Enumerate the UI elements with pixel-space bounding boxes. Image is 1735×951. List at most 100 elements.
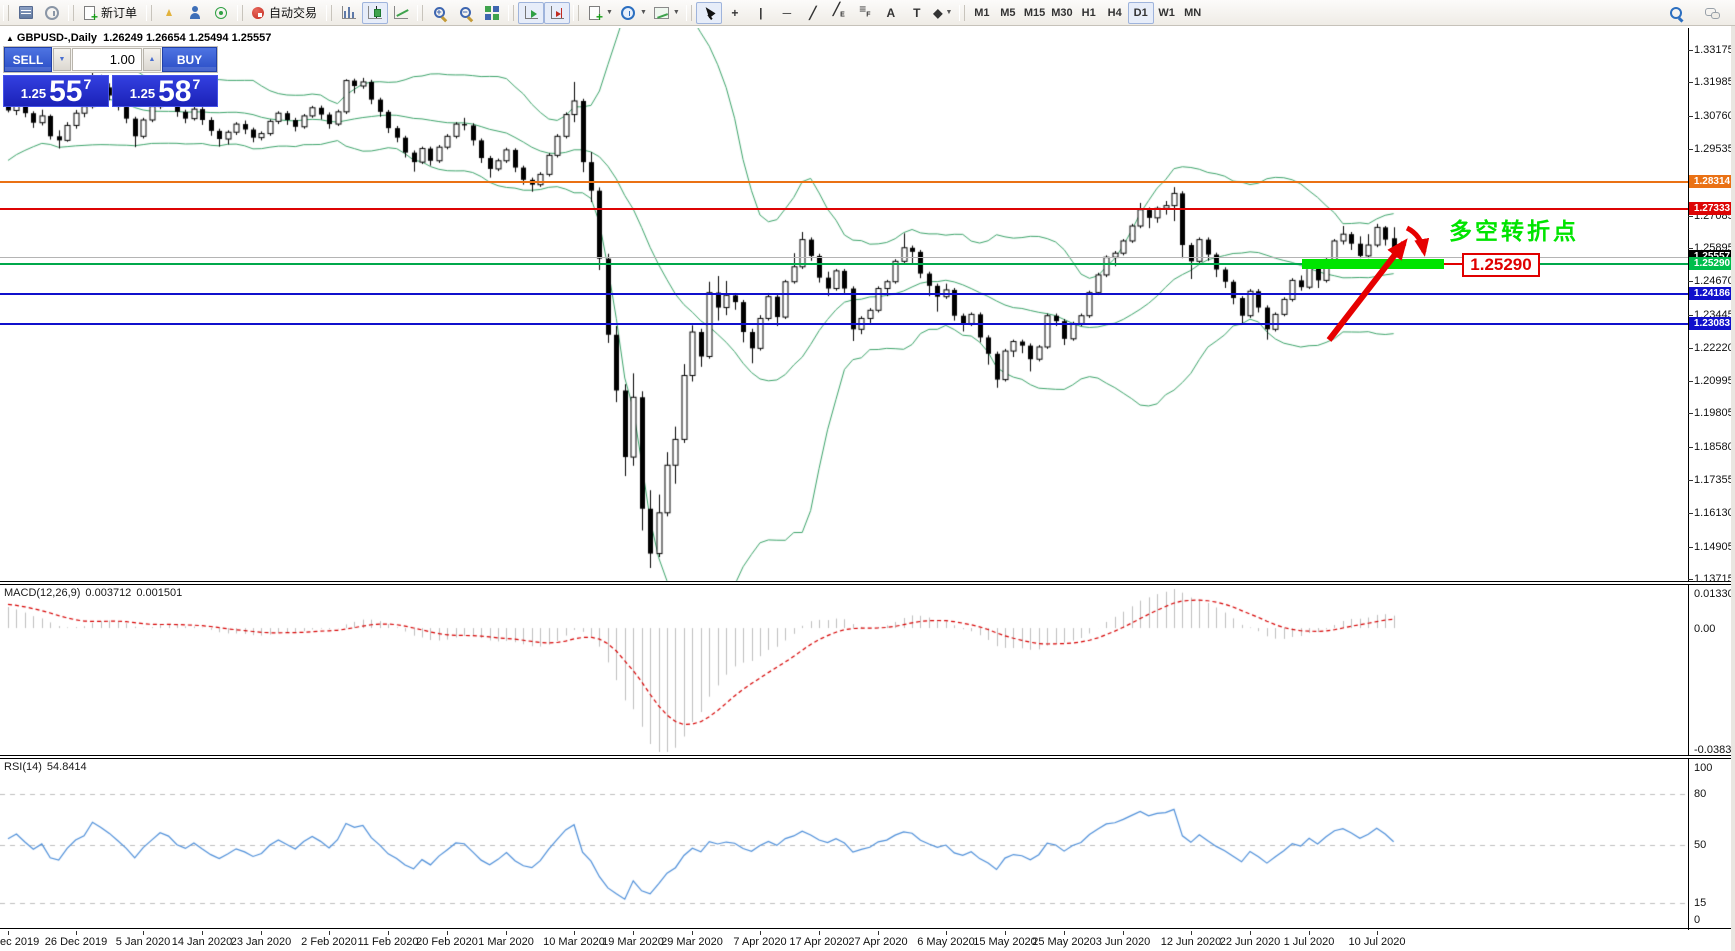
price-axis-tick <box>1688 480 1693 481</box>
period-selector-dropdown-icon[interactable]: ▼ <box>640 9 647 16</box>
price-axis-tick <box>1688 547 1693 548</box>
level-line-1.24186[interactable] <box>0 293 1688 295</box>
text-icon: A <box>887 6 896 20</box>
buy-button[interactable]: BUY <box>162 47 217 72</box>
toolbar-separator <box>3 5 9 21</box>
timeframe-w1-button[interactable]: W1 <box>1154 2 1180 24</box>
rsi-panel-divider[interactable] <box>0 755 1731 759</box>
volume-decrease-button[interactable]: ▼ <box>53 48 71 71</box>
collapse-icon[interactable]: ▲ <box>6 34 14 43</box>
metaeditor-button[interactable] <box>156 2 182 24</box>
timeframe-m30-button[interactable]: M30 <box>1048 2 1075 24</box>
macd-panel-divider[interactable] <box>0 581 1731 585</box>
bar-chart-button[interactable] <box>336 2 362 24</box>
vertical-line-button[interactable]: | <box>748 2 774 24</box>
date-label: 17 Dec 2019 <box>0 936 39 948</box>
macd-axis-label: 0.00 <box>1694 623 1715 635</box>
level-line-1.23083[interactable] <box>0 323 1688 325</box>
price-axis-tick <box>1688 248 1693 249</box>
sell-button[interactable]: SELL <box>4 47 52 72</box>
indicators-button[interactable]: ▼ <box>583 2 616 24</box>
timeframe-h1-button[interactable]: H1 <box>1076 2 1102 24</box>
rsi-panel-bottom-border <box>0 928 1731 929</box>
chat-icon <box>1704 5 1720 21</box>
price-callout-connector <box>1444 263 1462 265</box>
autotrading-button[interactable]: 自动交易 <box>247 2 323 24</box>
horizontal-line-button[interactable]: ─ <box>774 2 800 24</box>
search-button[interactable] <box>1663 2 1689 24</box>
price-level-label: 1.28314 <box>1689 175 1731 188</box>
arrows-dropdown-icon[interactable]: ▼ <box>945 9 952 16</box>
tile-windows-button[interactable] <box>479 2 505 24</box>
bid-price-box[interactable]: 1.25557 <box>3 75 109 107</box>
level-line-1.27333[interactable] <box>0 208 1688 210</box>
text-label-icon: T <box>913 6 920 20</box>
vertical-line-icon: | <box>759 6 762 20</box>
market-button[interactable] <box>182 2 208 24</box>
zoom-in-icon: + <box>432 5 448 21</box>
new-order-button[interactable]: 新订单 <box>78 2 143 24</box>
date-label: 5 Jan 2020 <box>116 936 170 948</box>
line-chart-button[interactable] <box>388 2 414 24</box>
toolbar-separator <box>959 5 965 21</box>
ask-price-box[interactable]: 1.25587 <box>112 75 218 107</box>
timeframe-m15-button[interactable]: M15 <box>1021 2 1048 24</box>
ask-price-prefix: 1.25 <box>130 86 155 101</box>
candlestick-chart-button[interactable] <box>362 2 388 24</box>
timeframe-mn-button[interactable]: MN <box>1180 2 1206 24</box>
terminal-button[interactable] <box>13 2 39 24</box>
timeframe-m5-button[interactable]: M5 <box>995 2 1021 24</box>
arrows-button[interactable]: ◆▼ <box>930 2 956 24</box>
price-axis-tick <box>1688 381 1693 382</box>
indicators-dropdown-icon[interactable]: ▼ <box>606 9 613 16</box>
horizontal-line-icon: ─ <box>783 6 792 20</box>
level-line-1.25557[interactable] <box>0 257 1688 258</box>
chart-shift-button[interactable] <box>544 2 570 24</box>
support-zone-rectangle[interactable] <box>1302 259 1444 269</box>
timeframe-d1-button[interactable]: D1 <box>1128 2 1154 24</box>
signals-button[interactable] <box>208 2 234 24</box>
indicators-icon <box>589 6 600 20</box>
rsi-axis-label: 15 <box>1694 897 1706 909</box>
text-button[interactable]: A <box>878 2 904 24</box>
text-label-button[interactable]: T <box>904 2 930 24</box>
date-label: 29 Mar 2020 <box>661 936 723 948</box>
toolbar-separator <box>686 5 692 21</box>
volume-input[interactable] <box>72 48 142 71</box>
price-axis-tick <box>1688 513 1693 514</box>
chat-button[interactable] <box>1699 2 1725 24</box>
time-axis-tick <box>946 931 947 935</box>
chart-window: ▲GBPUSD-,Daily 1.26249 1.26654 1.25494 1… <box>0 25 1731 951</box>
level-line-1.28314[interactable] <box>0 181 1688 183</box>
turning-point-annotation[interactable]: 多空转折点 <box>1449 212 1579 246</box>
templates-dropdown-icon[interactable]: ▼ <box>673 9 680 16</box>
zoom-out-button[interactable]: − <box>453 2 479 24</box>
rsi-axis-label: 0 <box>1694 914 1700 926</box>
fibonacci-button[interactable]: ≡F <box>852 2 878 24</box>
templates-button[interactable]: ▼ <box>650 2 683 24</box>
trendline-button[interactable]: ╱ <box>800 2 826 24</box>
channel-button[interactable]: ╱E <box>826 2 852 24</box>
cursor-button[interactable] <box>696 2 722 24</box>
date-label: 20 Feb 2020 <box>416 936 478 948</box>
date-label: 3 Jun 2020 <box>1096 936 1150 948</box>
time-axis-tick <box>506 931 507 935</box>
autotrading-label: 自动交易 <box>269 4 317 21</box>
strategy-tester-button[interactable] <box>39 2 65 24</box>
mt4-terminal: { "toolbar": { "groups": [ {"items":[{"n… <box>0 0 1735 950</box>
bid-price-point: 7 <box>83 76 91 92</box>
price-axis-label: 1.33175 <box>1694 44 1731 56</box>
price-chart-canvas[interactable] <box>0 28 1688 929</box>
auto-scroll-button[interactable] <box>518 2 544 24</box>
crosshair-button[interactable]: + <box>722 2 748 24</box>
volume-increase-button[interactable]: ▲ <box>143 48 161 71</box>
time-axis[interactable]: 17 Dec 201926 Dec 20195 Jan 202014 Jan 2… <box>0 931 1731 951</box>
timeframe-h4-button[interactable]: H4 <box>1102 2 1128 24</box>
price-callout-label[interactable]: 1.25290 <box>1462 253 1540 277</box>
price-axis-label: 1.29535 <box>1694 143 1731 155</box>
main-toolbar: 新订单自动交易+−▼▼▼+|─╱╱E≡FAT◆▼M1M5M15M30H1H4D1… <box>0 0 1735 26</box>
toolbar-right-icons <box>1663 2 1735 24</box>
period-selector-button[interactable]: ▼ <box>616 2 650 24</box>
timeframe-m1-button[interactable]: M1 <box>969 2 995 24</box>
zoom-in-button[interactable]: + <box>427 2 453 24</box>
